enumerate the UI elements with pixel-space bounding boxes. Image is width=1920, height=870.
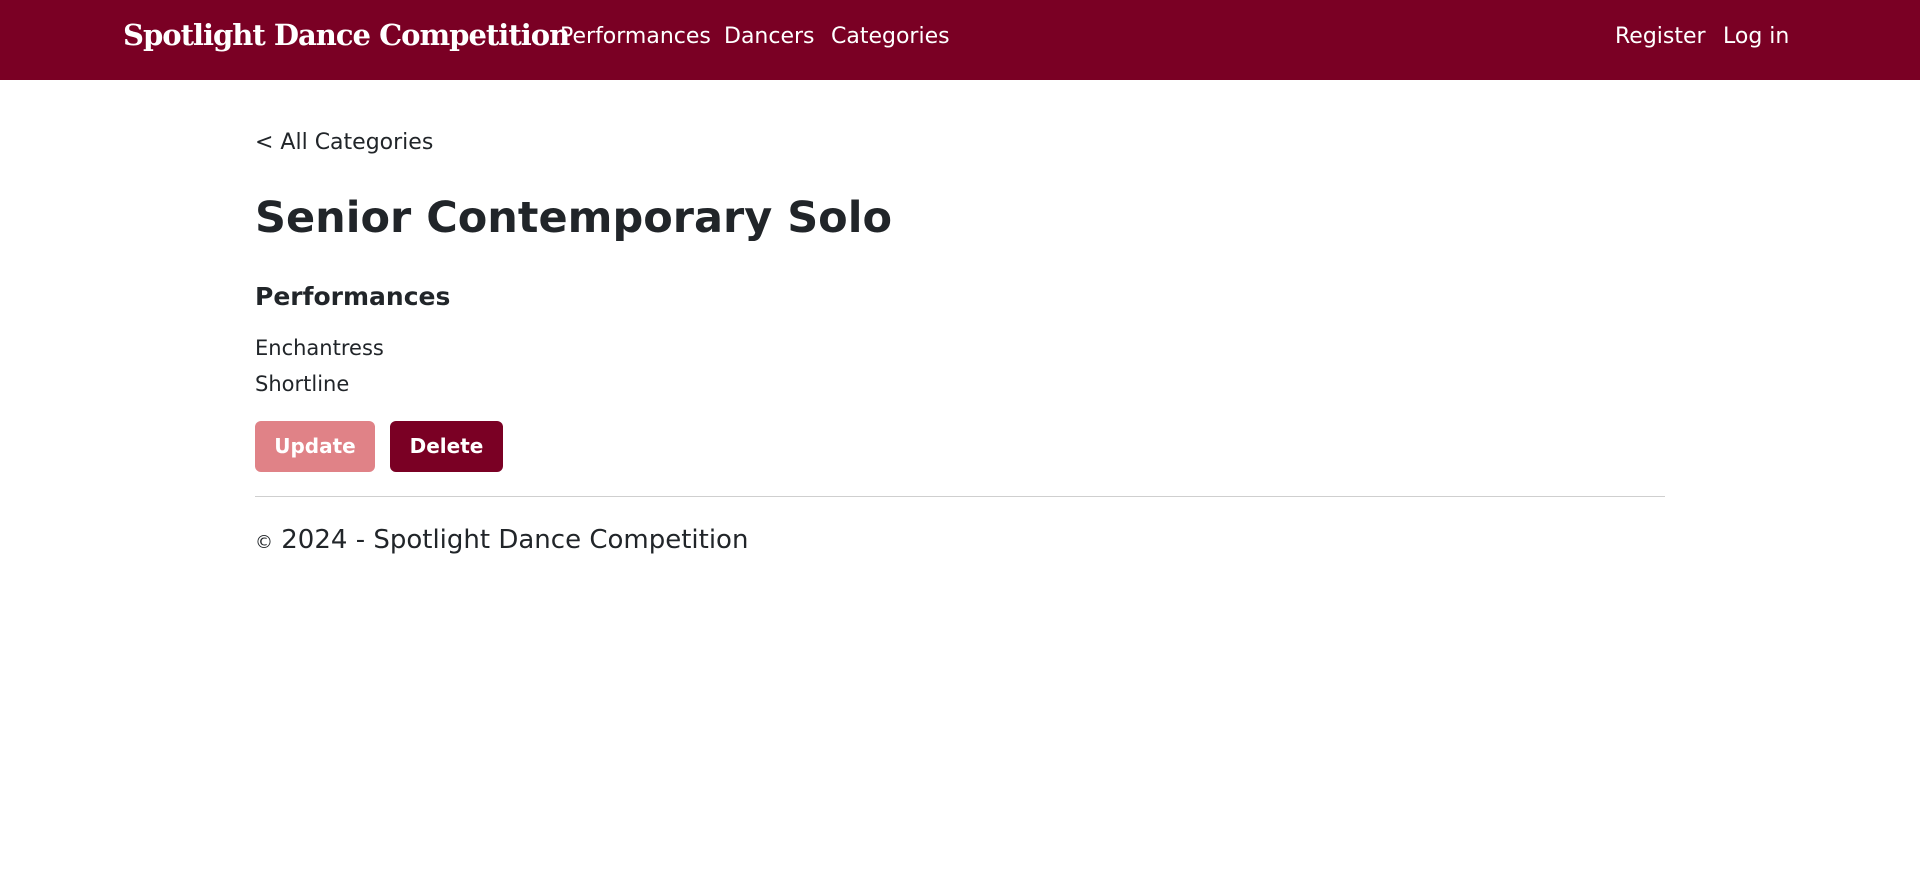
performance-item: Shortline: [255, 372, 350, 396]
performance-item: Enchantress: [255, 336, 384, 360]
nav-link-register[interactable]: Register: [1615, 24, 1706, 49]
nav-link-performances[interactable]: Performances: [560, 24, 711, 49]
footer: © 2024 - Spotlight Dance Competition: [255, 525, 748, 555]
copyright-symbol: ©: [255, 532, 273, 553]
back-to-categories-link[interactable]: < All Categories: [255, 130, 433, 155]
delete-button[interactable]: Delete: [390, 421, 503, 472]
footer-text: 2024 - Spotlight Dance Competition: [273, 525, 749, 555]
performance-list: Enchantress Shortline: [255, 330, 384, 402]
top-navbar: Spotlight Dance Competition Performances…: [0, 0, 1920, 80]
performances-heading: Performances: [255, 282, 451, 311]
footer-divider: [255, 496, 1665, 497]
nav-link-categories[interactable]: Categories: [831, 24, 950, 49]
nav-link-login[interactable]: Log in: [1723, 24, 1789, 49]
update-button[interactable]: Update: [255, 421, 375, 472]
nav-link-dancers[interactable]: Dancers: [724, 24, 815, 49]
page-title: Senior Contemporary Solo: [255, 193, 892, 243]
brand-link[interactable]: Spotlight Dance Competition: [123, 18, 570, 52]
